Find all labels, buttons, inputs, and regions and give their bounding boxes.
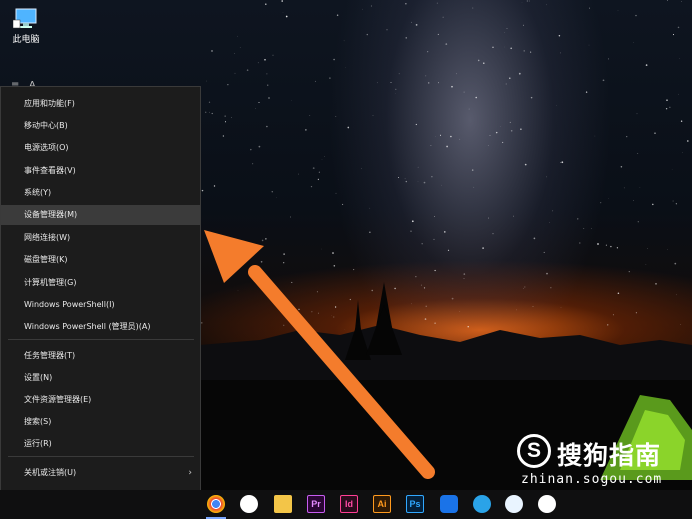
menu-item-label: 关机或注销(U) [24, 468, 77, 477]
sogou-logo-icon: S [517, 434, 551, 468]
menu-item[interactable]: 网络连接(W) [1, 228, 200, 248]
menu-item-label: 应用和功能(F) [24, 99, 75, 108]
paper-plane-icon[interactable] [473, 495, 491, 513]
menu-item[interactable]: 磁盘管理(K) [1, 250, 200, 270]
menu-item[interactable]: 电源选项(O) [1, 138, 200, 158]
menu-item[interactable]: 计算机管理(G) [1, 273, 200, 293]
menu-item[interactable]: 移动中心(B) [1, 116, 200, 136]
photoshop-icon[interactable]: Ps [406, 495, 424, 513]
watermark-brand: 搜狗指南 [557, 441, 662, 470]
menu-item[interactable]: 文件资源管理器(E) [1, 390, 200, 410]
menu-item[interactable]: Windows PowerShell(I) [1, 295, 200, 315]
menu-item[interactable]: 设备管理器(M) [1, 205, 200, 225]
illustrator-icon[interactable]: Ai [373, 495, 391, 513]
file-explorer-icon[interactable] [274, 495, 292, 513]
menu-item-label: Windows PowerShell (管理员)(A) [24, 322, 151, 331]
menu-item-label: 事件查看器(V) [24, 166, 76, 175]
navigation-icon[interactable] [505, 495, 523, 513]
menu-item[interactable]: 系统(Y) [1, 183, 200, 203]
security-shield-icon[interactable] [440, 495, 458, 513]
menu-item[interactable]: 搜索(S) [1, 412, 200, 432]
menu-item[interactable]: 关机或注销(U) › [1, 463, 200, 483]
menu-item-label: 文件资源管理器(E) [24, 395, 92, 404]
desktop-wallpaper: 此电脑 ≡ A 应用和功能(F)移动中心(B)电源选项(O)事件查看器(V)系统… [0, 0, 692, 519]
menu-item[interactable]: Windows PowerShell (管理员)(A) [1, 317, 200, 337]
menu-item-label: 电源选项(O) [24, 143, 69, 152]
computer-icon [12, 8, 39, 29]
menu-item[interactable]: 运行(R) [1, 434, 200, 454]
menu-item-label: 系统(Y) [24, 188, 52, 197]
taskbar: Pr Id Ai Ps [0, 490, 692, 519]
winx-context-menu: 应用和功能(F) 移动中心(B) 电源选项(O) 事件查看器(V) 系统(Y) 设备管理器… [0, 86, 201, 507]
watermark: S 搜狗指南 zhinan.sogou.com [515, 432, 685, 492]
qq-icon[interactable] [240, 495, 258, 513]
menu-item-label: 设置(N) [24, 373, 53, 382]
chevron-right-icon: › [188, 468, 192, 478]
menu-item-label: Windows PowerShell(I) [24, 300, 115, 309]
desktop-icon-this-pc[interactable]: 此电脑 [6, 8, 46, 45]
desktop-icon-label: 此电脑 [12, 35, 40, 45]
menu-item[interactable]: 事件查看器(V) [1, 161, 200, 181]
watermark-url: zhinan.sogou.com [521, 472, 663, 487]
indesign-icon[interactable]: Id [340, 495, 358, 513]
taskbar-icon-text: Ai [377, 499, 387, 509]
menu-item-label: 计算机管理(G) [24, 278, 77, 287]
menu-item-label: 搜索(S) [24, 417, 52, 426]
taskbar-icon-text: Pr [311, 499, 321, 509]
menu-item[interactable]: 应用和功能(F) [1, 94, 200, 114]
menu-separator [8, 339, 194, 340]
qq-icon-2[interactable] [538, 495, 556, 513]
chrome-icon[interactable] [207, 495, 225, 513]
menu-item-label: 任务管理器(T) [24, 351, 76, 360]
menu-separator [8, 456, 194, 457]
menu-item-label: 运行(R) [24, 439, 52, 448]
menu-item-label: 设备管理器(M) [24, 210, 78, 219]
menu-item[interactable]: 设置(N) [1, 368, 200, 388]
menu-item-label: 移动中心(B) [24, 121, 68, 130]
menu-item[interactable]: 任务管理器(T) [1, 346, 200, 366]
menu-item-label: 网络连接(W) [24, 233, 71, 242]
taskbar-icon-text: Ps [409, 499, 421, 509]
taskbar-icon-text: Id [345, 499, 353, 509]
premiere-icon[interactable]: Pr [307, 495, 325, 513]
menu-item-label: 磁盘管理(K) [24, 255, 68, 264]
